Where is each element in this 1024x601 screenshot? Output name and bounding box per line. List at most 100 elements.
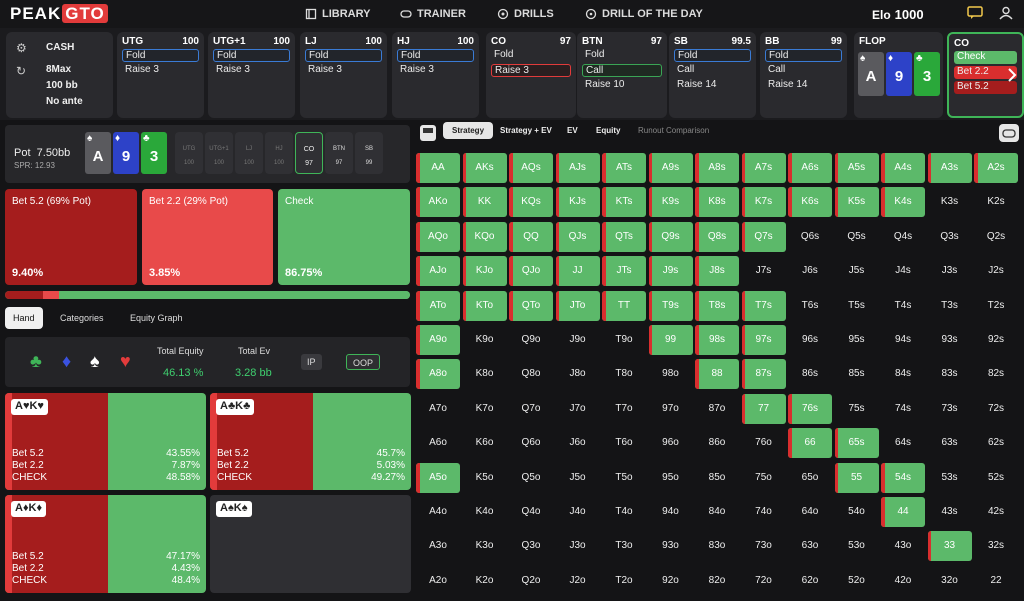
bet-5-2-action[interactable]: Bet 5.2: [954, 81, 1017, 94]
range-cell[interactable]: K3o: [463, 531, 507, 561]
range-cell[interactable]: J8o: [556, 359, 600, 389]
tab-runout-comparison[interactable]: Runout Comparison: [638, 126, 709, 135]
range-cell[interactable]: J3o: [556, 531, 600, 561]
range-cell[interactable]: AA: [416, 153, 460, 183]
range-cell[interactable]: 77: [741, 393, 786, 424]
range-cell[interactable]: J6o: [556, 428, 600, 458]
range-cell[interactable]: 99: [648, 325, 693, 355]
seat-utg[interactable]: UTG 100 Fold Raise 3: [117, 32, 204, 118]
logo[interactable]: PEAK GTO: [10, 4, 108, 24]
range-cell[interactable]: AJo: [416, 256, 460, 287]
range-cell[interactable]: K3s: [928, 187, 972, 217]
range-cell[interactable]: T8s: [695, 290, 739, 321]
seat-lj[interactable]: LJ 100 Fold Raise 3: [300, 32, 387, 118]
range-cell[interactable]: KQo: [462, 221, 507, 252]
seat-btn[interactable]: BTN 97 Fold Call Raise 10: [577, 32, 667, 118]
range-cell[interactable]: K2o: [463, 566, 507, 596]
range-cell[interactable]: J4o: [556, 497, 600, 527]
range-cell[interactable]: K8s: [695, 187, 739, 218]
range-cell[interactable]: T7s: [741, 290, 786, 321]
seat-action[interactable]: Raise 10: [582, 79, 662, 92]
tab-ev[interactable]: EV: [567, 126, 578, 135]
range-cell[interactable]: 42o: [881, 566, 925, 596]
tab-strategy[interactable]: Strategy: [443, 122, 494, 139]
range-cell[interactable]: 54s: [881, 462, 925, 493]
range-cell[interactable]: T4o: [602, 497, 646, 527]
range-cell[interactable]: A2o: [416, 566, 460, 596]
range-cell[interactable]: 74o: [742, 497, 786, 527]
mini-seat[interactable]: SB 99: [355, 132, 383, 174]
heart-icon[interactable]: ♥: [120, 351, 131, 372]
range-cell[interactable]: 92o: [649, 566, 693, 596]
range-cell[interactable]: 92s: [974, 325, 1018, 355]
range-cell[interactable]: T5s: [835, 291, 879, 321]
range-cell[interactable]: 82s: [974, 359, 1018, 389]
seat-action[interactable]: Raise 14: [765, 79, 842, 92]
diamond-icon[interactable]: ♦: [62, 351, 71, 372]
seat-utgplus1[interactable]: UTG+1 100 Fold Raise 3: [208, 32, 295, 118]
range-cell[interactable]: 73s: [928, 394, 972, 424]
range-cell[interactable]: 85o: [695, 463, 739, 493]
range-cell[interactable]: K7s: [741, 187, 786, 218]
range-cell[interactable]: 86o: [695, 428, 739, 458]
range-cell[interactable]: 87s: [741, 359, 786, 390]
range-cell[interactable]: ATs: [602, 153, 646, 183]
gear-icon[interactable]: ⚙: [16, 41, 28, 55]
range-cell[interactable]: 87o: [695, 394, 739, 424]
range-cell[interactable]: 43o: [881, 531, 925, 561]
range-cell[interactable]: 82o: [695, 566, 739, 596]
range-cell[interactable]: T6o: [602, 428, 646, 458]
range-cell[interactable]: T9s: [648, 290, 693, 321]
range-cell[interactable]: AQo: [416, 221, 460, 252]
range-cell[interactable]: J5s: [835, 256, 879, 286]
seat-action[interactable]: Call: [582, 64, 662, 77]
range-cell[interactable]: 93s: [928, 325, 972, 355]
range-cell[interactable]: Q6s: [788, 222, 832, 252]
range-cell[interactable]: A6s: [788, 153, 832, 183]
range-cell[interactable]: 62s: [974, 428, 1018, 458]
action-bet-2-2[interactable]: Bet 2.2 (29% Pot) 3.85%: [142, 189, 273, 285]
range-cell[interactable]: T7o: [602, 394, 646, 424]
range-cell[interactable]: 85s: [835, 359, 879, 389]
range-cell[interactable]: 54o: [835, 497, 879, 527]
range-cell[interactable]: J6s: [788, 256, 832, 286]
range-cell[interactable]: J2s: [974, 256, 1018, 286]
range-cell[interactable]: 72o: [742, 566, 786, 596]
range-cell[interactable]: K8o: [463, 359, 507, 389]
seat-action[interactable]: Raise 3: [397, 64, 474, 77]
range-cell[interactable]: 96s: [788, 325, 832, 355]
range-cell[interactable]: K6o: [463, 428, 507, 458]
range-cell[interactable]: 65s: [834, 428, 879, 459]
range-cell[interactable]: A4o: [416, 497, 460, 527]
seat-action[interactable]: Call: [674, 64, 751, 77]
range-cell[interactable]: 93o: [649, 531, 693, 561]
range-cell[interactable]: A4s: [881, 153, 925, 183]
seat-action[interactable]: Fold: [582, 49, 662, 62]
mini-seat[interactable]: HJ 100: [265, 132, 293, 174]
seat-sb[interactable]: SB 99.5 Fold Call Raise 14: [669, 32, 756, 118]
range-cell[interactable]: 98o: [649, 359, 693, 389]
range-cell[interactable]: K6s: [788, 187, 832, 218]
user-icon[interactable]: [998, 6, 1014, 20]
club-icon[interactable]: ♣: [30, 351, 42, 372]
nav-drill-of-the-day[interactable]: DRILL OF THE DAY: [585, 8, 703, 20]
range-cell[interactable]: TT: [602, 290, 646, 321]
range-cell[interactable]: K9s: [648, 187, 693, 218]
seat-action[interactable]: Fold: [491, 49, 571, 62]
range-cell[interactable]: A3o: [416, 531, 460, 561]
range-cell[interactable]: K5s: [834, 187, 879, 218]
range-cell[interactable]: 63s: [928, 428, 972, 458]
combo-card[interactable]: A♣K♣ Bet 5.2 45.7% Bet 2.2 5.03% CHECK 49.27%: [210, 393, 411, 490]
range-cell[interactable]: A9o: [416, 325, 460, 355]
range-cell[interactable]: T3s: [928, 291, 972, 321]
range-cell[interactable]: Q5o: [509, 463, 553, 493]
seat-action[interactable]: Fold: [397, 49, 474, 62]
range-cell[interactable]: 52o: [835, 566, 879, 596]
range-cell[interactable]: 42s: [974, 497, 1018, 527]
range-cell[interactable]: 97s: [741, 325, 786, 355]
action-bet-5-2[interactable]: Bet 5.2 (69% Pot) 9.40%: [5, 189, 137, 285]
oop-button[interactable]: OOP: [346, 354, 381, 370]
range-cell[interactable]: AQs: [509, 153, 553, 183]
combo-card[interactable]: A♥K♥ Bet 5.2 43.55% Bet 2.2 7.87% CHECK 48.58%: [5, 393, 206, 490]
range-cell[interactable]: T4s: [881, 291, 925, 321]
